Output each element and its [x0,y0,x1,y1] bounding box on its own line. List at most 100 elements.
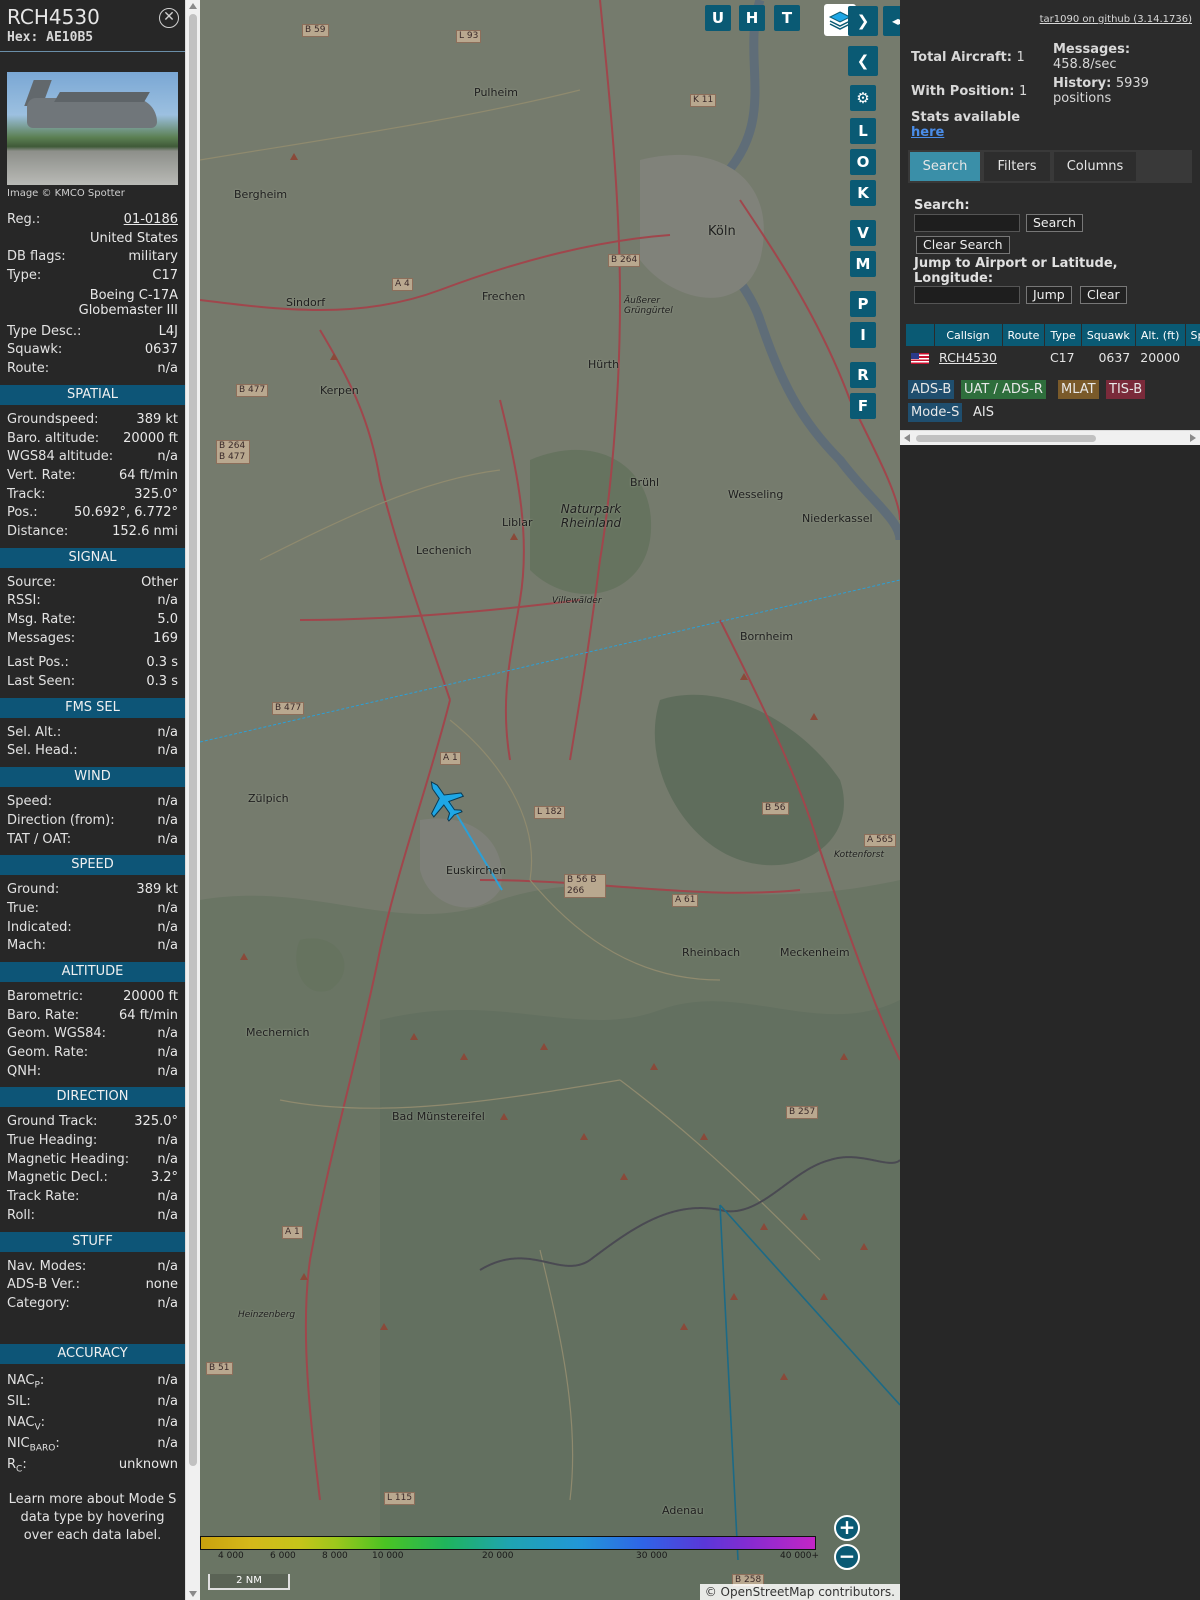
info-row: TAT / OAT: n/a [7,831,178,847]
stats-here-link[interactable]: here [911,125,1020,140]
info-row: RSSI: n/a [7,593,178,609]
map-button-i[interactable]: I [850,322,876,348]
search-input[interactable] [914,214,1020,232]
expand-right-icon[interactable]: ❯ [848,6,878,36]
info-row: Source: Other [7,574,178,590]
road-badge: B 257 [786,1106,819,1119]
map-button-f[interactable]: F [850,393,876,419]
map-button-o[interactable]: O [850,149,876,175]
table-header-speed[interactable]: Spd [1185,324,1200,346]
map-button-k[interactable]: K [850,180,876,206]
close-icon[interactable]: ✕ [159,8,179,28]
zoom-out-icon[interactable]: − [834,1544,860,1570]
right-sidebar: tar1090 on github (3.14.1736) Total Airc… [900,0,1200,445]
info-row: Last Pos.: 0.3 s [7,655,178,671]
info-row: Baro. altitude: 20000 ft [7,430,178,446]
info-row: Vert. Rate: 64 ft/min [7,467,178,483]
source-mlat-badge[interactable]: MLAT [1058,380,1099,399]
table-header-squawk[interactable]: Squawk [1081,324,1136,346]
map-button-m[interactable]: M [850,251,876,277]
map-place-label: Sindorf [286,296,326,309]
info-row: WGS84 altitude: n/a [7,449,178,465]
info-hex: Hex: AE10B5 [7,30,94,45]
map-place-label: Bornheim [740,630,794,643]
aircraft-photo[interactable] [7,72,178,185]
info-row: Baro. Rate: 64 ft/min [7,1007,178,1023]
map-place-label: Villewälder [552,596,602,606]
info-row: Groundspeed: 389 kt [7,411,178,427]
tab-columns[interactable]: Columns [1054,152,1136,181]
info-callsign: RCH4530 [7,5,100,29]
map-place-label: Niederkassel [802,512,873,525]
map-place-label: Äußerer Grüngürtel [624,296,673,316]
detail-db-flags: DB flags: military [7,249,178,265]
table-cell-type: C17 [1049,349,1075,365]
map-place-label: Bad Münstereifel [392,1110,485,1123]
map-button-l[interactable]: L [850,118,876,144]
info-row: NACV: n/a [7,1414,178,1433]
map-canvas[interactable] [200,0,900,1600]
source-uat-badge[interactable]: UAT / ADS-R [961,380,1046,399]
settings-gear-icon[interactable]: ⚙ [850,85,876,111]
map-button-r[interactable]: R [850,362,876,388]
github-link[interactable]: tar1090 on github (3.14.1736) [1040,14,1192,25]
table-cell-callsign[interactable]: RCH4530 [934,346,1002,368]
search-button[interactable]: Search [1026,214,1083,232]
road-badge: B 51 [206,1362,233,1375]
info-panel-scrollbar[interactable] [185,0,200,1600]
info-row: Msg. Rate: 5.0 [7,612,178,627]
info-row: True: n/a [7,900,178,916]
info-row: Last Seen: 0.3 s [7,674,178,690]
info-row: RC: unknown [7,1456,178,1475]
source-tisb-badge[interactable]: TIS-B [1106,380,1146,399]
map-button-h[interactable]: H [739,5,765,31]
history-stat: History: 5939 positions [1053,76,1149,106]
map-button-v[interactable]: V [850,220,876,246]
collapse-left-icon[interactable]: ❮ [848,46,878,76]
with-position-stat: With Position: 1 [911,84,1028,99]
info-row: Geom. Rate: n/a [7,1045,178,1060]
photo-credit: Image © KMCO Spotter [7,188,125,199]
info-row: Barometric: 20000 ft [7,988,178,1004]
table-header-route[interactable]: Route [1002,324,1046,346]
map-view[interactable]: Pulheim Bergheim Köln Frechen Sindorf Hü… [200,0,900,1600]
zoom-in-icon[interactable]: + [834,1515,860,1541]
map-place-label: Liblar [502,516,533,529]
toggle-sidebar-icon[interactable]: ◂▸ [883,6,900,36]
info-row: Roll: n/a [7,1207,178,1223]
map-place-label: Köln [708,224,736,239]
table-horizontal-scrollbar[interactable] [900,430,1200,445]
map-button-u[interactable]: U [705,5,731,31]
table-row[interactable]: RCH4530 C17 0637 20000 [906,346,1200,368]
road-badge: B 59 [302,24,329,37]
info-row: Speed: n/a [7,794,178,810]
table-header-flag[interactable] [906,324,935,346]
info-row: Magnetic Decl.: 3.2° [7,1170,178,1186]
table-header-type[interactable]: Type [1044,324,1082,346]
map-button-t[interactable]: T [774,5,800,31]
detail-type-name: Boeing C-17A Globemaster III [78,287,178,318]
info-row: Track: 325.0° [7,486,178,502]
map-scale-bar: 2 NM [208,1574,290,1590]
clear-jump-button[interactable]: Clear [1080,286,1127,304]
map-button-p[interactable]: P [850,291,876,317]
map-place-label: Hürth [588,358,620,371]
info-row: Ground Track: 325.0° [7,1114,178,1130]
source-adsb-badge[interactable]: ADS-B [908,380,955,399]
section-altitude: ALTITUDE [0,961,185,982]
table-cell-squawk: 0637 [1098,349,1131,365]
info-row: NICBARO: n/a [7,1435,178,1454]
registration-link[interactable]: 01-0186 [124,211,178,230]
source-modes-badge[interactable]: Mode-S [908,403,963,422]
altitude-tick-label: 4 000 [218,1551,244,1561]
clear-search-button[interactable]: Clear Search [916,236,1010,254]
jump-input[interactable] [914,286,1020,304]
map-attribution[interactable]: © OpenStreetMap contributors. [699,1584,900,1600]
source-ais-badge[interactable]: AIS [970,403,997,422]
table-header-altitude[interactable]: Alt. (ft) [1135,324,1186,346]
tab-filters[interactable]: Filters [984,152,1050,181]
jump-button[interactable]: Jump [1026,286,1072,304]
table-header-callsign[interactable]: Callsign [934,324,1003,346]
tab-search[interactable]: Search [910,152,980,181]
info-row: QNH: n/a [7,1063,178,1079]
